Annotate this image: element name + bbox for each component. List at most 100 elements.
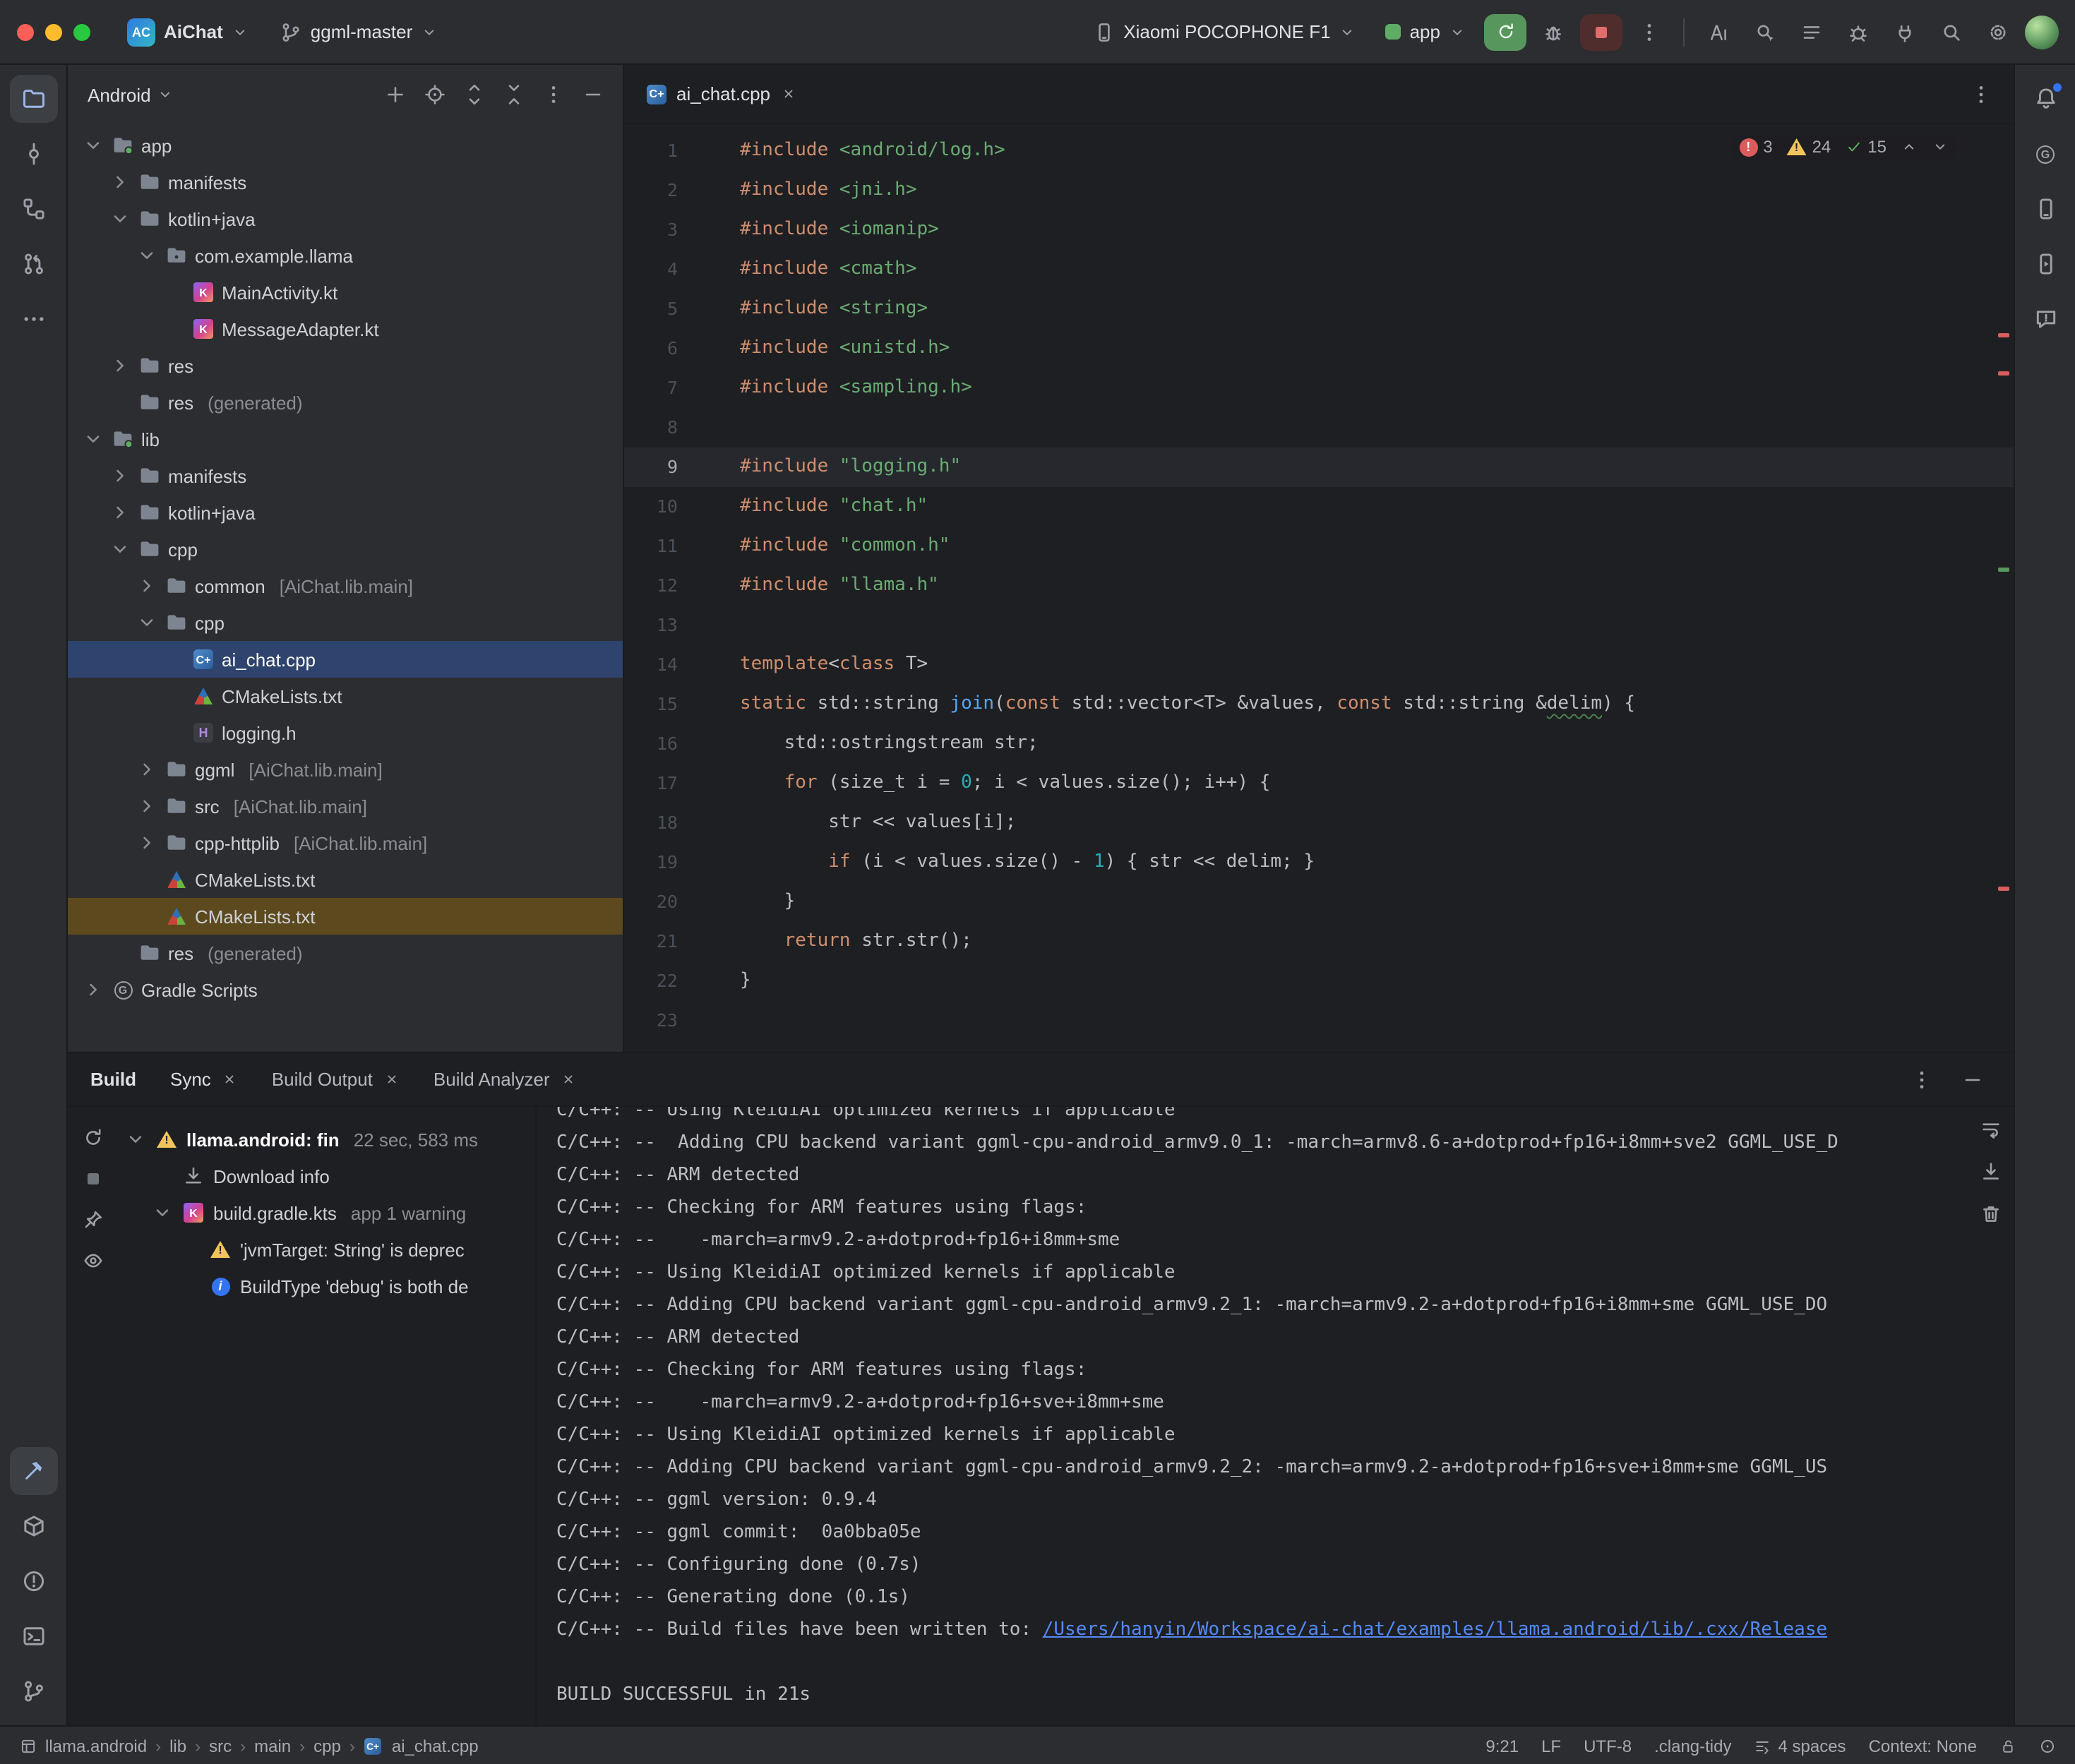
tree-item-kotlin-java[interactable]: kotlin+java <box>68 494 623 531</box>
search-everywhere-button[interactable] <box>1932 13 1971 50</box>
tree-item-messageadapter-kt[interactable]: KMessageAdapter.kt <box>68 311 623 347</box>
breadcrumb-item-cpp[interactable]: cpp <box>313 1736 341 1756</box>
tree-item-lib[interactable]: lib <box>68 421 623 457</box>
structure-tool-button[interactable] <box>9 185 57 233</box>
more-actions-button[interactable] <box>1629 13 1669 50</box>
hide-panel-button[interactable] <box>575 78 611 112</box>
new-item-button[interactable] <box>377 78 414 112</box>
zoom-window-button[interactable] <box>73 23 90 40</box>
notifications-button[interactable] <box>2021 75 2069 123</box>
breadcrumb-item-main[interactable]: main <box>254 1736 291 1756</box>
tree-item-res[interactable]: res <box>68 347 623 384</box>
build-event-download-info[interactable]: Download info <box>119 1158 535 1194</box>
tree-item-com-example-llama[interactable]: com.example.llama <box>68 237 623 274</box>
error-mark[interactable] <box>1998 333 2009 337</box>
tree-item-cmakelists-txt[interactable]: CMakeLists.txt <box>68 898 623 935</box>
tree-item-common[interactable]: common[AiChat.lib.main] <box>68 568 623 604</box>
tree-item-manifests[interactable]: manifests <box>68 164 623 200</box>
font-tool-button[interactable] <box>1699 13 1738 50</box>
breadcrumb-item-src[interactable]: src <box>209 1736 232 1756</box>
vcs-branch-selector[interactable]: ggml-master <box>268 13 450 50</box>
run-configuration-selector[interactable]: app <box>1375 14 1477 49</box>
build-output-link[interactable]: /Users/hanyin/Workspace/ai-chat/examples… <box>1043 1619 1827 1640</box>
tree-item-mainactivity-kt[interactable]: KMainActivity.kt <box>68 274 623 311</box>
project-view-selector[interactable]: Android <box>88 84 174 105</box>
rerun-build-icon[interactable] <box>82 1127 104 1149</box>
scroll-to-end-icon[interactable] <box>1980 1160 2002 1183</box>
tree-item-cpp[interactable]: cpp <box>68 604 623 641</box>
close-tab-icon[interactable] <box>780 86 796 102</box>
stop-build-icon[interactable] <box>82 1168 104 1190</box>
inspect-button[interactable] <box>1745 13 1785 50</box>
tree-item-res[interactable]: res(generated) <box>68 935 623 971</box>
tree-item-manifests[interactable]: manifests <box>68 457 623 494</box>
more-tools-button[interactable] <box>9 295 57 343</box>
filter-view-icon[interactable] <box>82 1249 104 1272</box>
status-widget-inspections-level[interactable] <box>2039 1737 2056 1754</box>
minimize-window-button[interactable] <box>45 23 62 40</box>
build-console[interactable]: C/C++: -- Using KleidiAI optimized kerne… <box>537 1107 2014 1725</box>
breadcrumb-item-lib[interactable]: lib <box>169 1736 186 1756</box>
build-event-llama-android-fin[interactable]: !llama.android: fin22 sec, 583 ms <box>119 1121 535 1158</box>
status-widget-indent-config[interactable]: 4 spaces <box>1754 1736 1846 1756</box>
profiler-button[interactable] <box>1838 13 1878 50</box>
tree-item-ai-chat-cpp[interactable]: C+ai_chat.cpp <box>68 641 623 678</box>
tree-item-cmakelists-txt[interactable]: CMakeLists.txt <box>68 678 623 714</box>
change-mark[interactable] <box>1998 568 2009 572</box>
error-mark[interactable] <box>1998 371 2009 376</box>
build-tab-build-analyzer[interactable]: Build Analyzer <box>433 1069 577 1090</box>
collapse-all-button[interactable] <box>496 78 532 112</box>
build-tool-button[interactable] <box>9 1447 57 1495</box>
tree-item-src[interactable]: src[AiChat.lib.main] <box>68 788 623 824</box>
build-tab-sync[interactable]: Sync <box>170 1069 238 1090</box>
build-event-jvmtarget-string-is-deprec[interactable]: !'jvmTarget: String' is deprec <box>119 1231 535 1268</box>
version-control-tool-button[interactable] <box>9 1667 57 1715</box>
soft-wrap-icon[interactable] <box>1980 1118 2002 1141</box>
editor-tab-ai-chat-cpp[interactable]: C+ ai_chat.cpp <box>630 64 813 124</box>
error-stripe[interactable] <box>1995 124 2014 1052</box>
status-widget-file-lock[interactable] <box>1999 1737 2016 1754</box>
code-area[interactable]: 1#include <android/log.h>2#include <jni.… <box>624 124 2014 1052</box>
close-window-button[interactable] <box>17 23 34 40</box>
build-event-build-gradle-kts[interactable]: Kbuild.gradle.ktsapp 1 warning <box>119 1194 535 1231</box>
breadcrumb-item-ai-chat-cpp[interactable]: ai_chat.cpp <box>392 1736 479 1756</box>
dependencies-tool-button[interactable] <box>9 1502 57 1550</box>
logcat-button[interactable] <box>1792 13 1831 50</box>
commit-tool-button[interactable] <box>9 130 57 178</box>
tree-item-app[interactable]: app <box>68 127 623 164</box>
avatar[interactable] <box>2025 15 2059 49</box>
pin-icon[interactable] <box>82 1208 104 1231</box>
terminal-tool-button[interactable] <box>9 1612 57 1660</box>
debug-button[interactable] <box>1533 13 1573 50</box>
problems-tool-button[interactable] <box>9 1557 57 1605</box>
select-opened-file-button[interactable] <box>417 78 453 112</box>
tree-item-gradle-scripts[interactable]: GGradle Scripts <box>68 971 623 1008</box>
tree-item-cpp-httplib[interactable]: cpp-httplib[AiChat.lib.main] <box>68 824 623 861</box>
next-issue-button[interactable] <box>1932 138 1949 155</box>
status-widget-line-separator[interactable]: LF <box>1541 1736 1561 1756</box>
status-widget-context[interactable]: Context: None <box>1869 1736 1977 1756</box>
error-mark[interactable] <box>1998 887 2009 891</box>
expand-all-button[interactable] <box>456 78 493 112</box>
build-event-buildtype-debug-is-both-de[interactable]: iBuildType 'debug' is both de <box>119 1268 535 1304</box>
tree-item-logging-h[interactable]: Hlogging.h <box>68 714 623 751</box>
build-tab-build-output[interactable]: Build Output <box>272 1069 400 1090</box>
close-tab-icon[interactable] <box>561 1072 577 1087</box>
panel-options-button[interactable] <box>535 78 572 112</box>
gradle-tool-button[interactable]: G <box>2021 130 2069 178</box>
plugin-button[interactable] <box>1885 13 1925 50</box>
tree-item-cpp[interactable]: cpp <box>68 531 623 568</box>
app-quality-insights-button[interactable] <box>2021 295 2069 343</box>
inspections-widget[interactable]: !3 !24 15 <box>1730 134 1957 160</box>
close-tab-icon[interactable] <box>222 1072 238 1087</box>
status-widget-clang-tidy[interactable]: .clang-tidy <box>1654 1736 1731 1756</box>
tree-item-kotlin-java[interactable]: kotlin+java <box>68 200 623 237</box>
pull-requests-tool-button[interactable] <box>9 240 57 288</box>
run-button[interactable] <box>1484 13 1526 50</box>
device-manager-button[interactable] <box>2021 185 2069 233</box>
status-widget-caret-position[interactable]: 9:21 <box>1485 1736 1519 1756</box>
previous-issue-button[interactable] <box>1901 138 1918 155</box>
tree-item-cmakelists-txt[interactable]: CMakeLists.txt <box>68 861 623 898</box>
device-selector[interactable]: Xiaomi POCOPHONE F1 <box>1081 13 1367 50</box>
editor-options-button[interactable] <box>1963 77 1999 111</box>
